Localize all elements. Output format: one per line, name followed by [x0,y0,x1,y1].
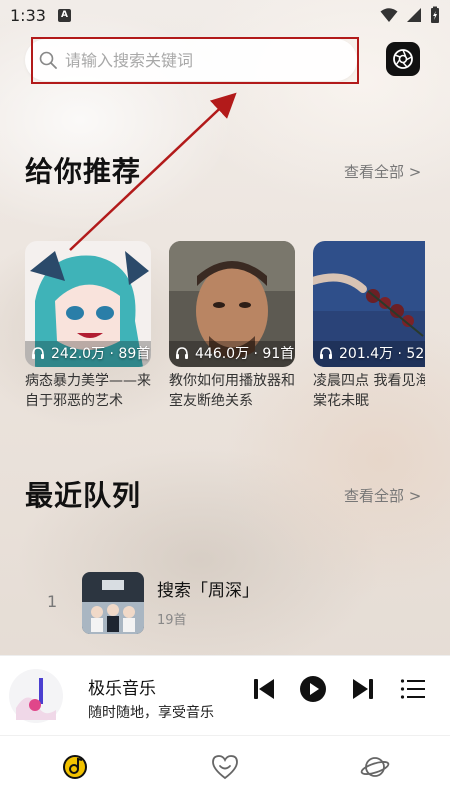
playlist-card[interactable]: 201.4万 · 52首 凌晨四点 我看见海棠花未眠 [313,241,425,411]
playlist-queue-button[interactable] [398,674,428,704]
battery-icon [431,6,439,23]
previous-button[interactable] [249,674,279,704]
queue-item-track-count: 19首 [157,613,187,628]
aperture-settings-icon [393,49,413,69]
signal-icon [407,8,421,22]
playlist-cover: 201.4万 · 52首 [313,241,425,367]
settings-button[interactable] [386,42,420,76]
playlist-name: 教你如何用播放器和室友断绝关系 [169,373,295,409]
search-input[interactable] [65,50,325,70]
playlist-name: 凌晨四点 我看见海棠花未眠 [313,373,425,409]
playlist-cover: 446.0万 · 91首 [169,241,295,367]
bottom-navigation [0,735,450,800]
skip-next-icon [353,679,373,699]
play-count: 201.4万 · 52首 [319,343,425,363]
app-logo-icon [9,669,63,723]
player-subtitle: 随时随地，享受音乐 [88,705,214,721]
recommend-see-all-link[interactable]: 查看全部 > [344,161,421,182]
heart-icon [212,755,238,780]
headphones-icon [32,347,44,359]
queue-item-index: 1 [47,592,58,611]
recent-queue-section-title: 最近队列 [25,479,142,512]
playlist-card[interactable]: 446.0万 · 91首 教你如何用播放器和室友断绝关系 [169,241,295,411]
recent-queue-see-all-link[interactable]: 查看全部 > [344,485,421,506]
playlist-name: 病态暴力美学——来自于邪恶的艺术 [25,373,151,409]
next-button[interactable] [348,674,378,704]
skip-previous-icon [254,679,274,699]
headphones-icon [176,347,188,359]
planet-icon [360,757,390,777]
queue-list-item[interactable]: 1 搜索「周深」 19首 [0,566,450,638]
recommend-card-list: 242.0万 · 89首 病态暴力美学——来自于邪恶的艺术 446.0万 · 9… [25,241,425,411]
list-icon [400,679,425,699]
search-bar[interactable] [25,39,357,81]
mini-player[interactable]: 极乐音乐 随时随地，享受音乐 [0,655,450,735]
search-icon [39,51,57,69]
play-count: 242.0万 · 89首 [31,343,150,363]
queue-item-title: 搜索「周深」 [157,581,259,601]
playlist-cover: 242.0万 · 89首 [25,241,151,367]
play-button[interactable] [298,674,328,704]
tab-discover[interactable] [360,752,390,782]
wifi-icon [380,8,398,22]
headphones-icon [320,347,332,359]
status-bar: 1:33 A [0,0,450,30]
music-disc-icon [63,755,87,779]
tab-favorites[interactable] [210,752,240,782]
play-icon [300,676,326,702]
sim-indicator: A [57,8,71,22]
queue-item-cover [82,572,144,634]
play-count: 446.0万 · 91首 [175,343,294,363]
player-title: 极乐音乐 [88,679,156,699]
status-time: 1:33 [10,5,46,25]
playlist-card[interactable]: 242.0万 · 89首 病态暴力美学——来自于邪恶的艺术 [25,241,151,411]
tab-music[interactable] [60,752,90,782]
recommend-section-title: 给你推荐 [25,155,142,188]
